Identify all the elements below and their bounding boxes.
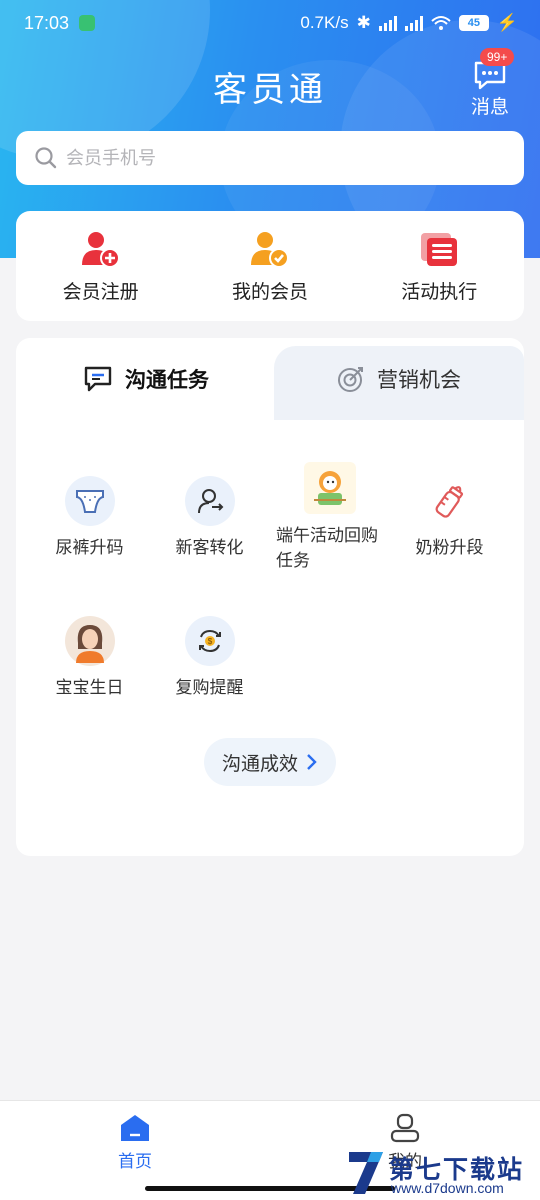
repurchase-icon: $ bbox=[198, 629, 221, 653]
activity-icon bbox=[421, 232, 458, 266]
task-panel: 沟通任务 营销机会 尿裤升码 新客转化 端午活动回购 任务 奶粉升段 宝宝生日 … bbox=[16, 338, 524, 856]
watermark: 第七下载站 www.d7down.com bbox=[345, 1146, 535, 1198]
tab-bar: 沟通任务 营销机会 bbox=[16, 338, 524, 420]
bluetooth-icon: ✱ bbox=[356, 13, 371, 32]
profile-icon bbox=[390, 1113, 420, 1143]
messages-label: 消息 bbox=[470, 96, 509, 118]
nav-home[interactable]: 首页 bbox=[75, 1113, 195, 1172]
task-label: 奶粉升段 bbox=[415, 538, 484, 558]
task-milk-powder-upgrade[interactable]: 奶粉升段 bbox=[386, 476, 513, 561]
watermark-url: www.d7down.com bbox=[391, 1180, 504, 1196]
tab-label: 沟通任务 bbox=[125, 368, 209, 392]
chevron-right-icon bbox=[307, 754, 317, 770]
tab-marketing-opportunities[interactable]: 营销机会 bbox=[274, 338, 524, 420]
target-icon bbox=[338, 367, 363, 392]
effect-button-label: 沟通成效 bbox=[221, 752, 298, 775]
task-diaper-upgrade[interactable]: 尿裤升码 bbox=[26, 476, 153, 561]
mother-avatar-icon bbox=[75, 625, 104, 663]
activity-execute-button[interactable]: 活动执行 bbox=[359, 229, 519, 304]
task-dragon-boat-repurchase[interactable]: 端午活动回购 任务 bbox=[266, 462, 393, 574]
milk-bottle-icon bbox=[435, 486, 463, 518]
search-icon bbox=[35, 147, 57, 169]
signal-icon bbox=[378, 15, 397, 31]
chat-bubble-icon bbox=[84, 366, 112, 392]
app-title: 客员通 bbox=[213, 70, 327, 110]
quick-action-label: 会员注册 bbox=[62, 280, 139, 303]
task-label: 复购提醒 bbox=[175, 678, 244, 698]
home-icon bbox=[121, 1115, 149, 1141]
signal-icon-2 bbox=[404, 15, 423, 31]
task-new-customer-conversion[interactable]: 新客转化 bbox=[146, 476, 273, 561]
task-label: 宝宝生日 bbox=[55, 678, 124, 698]
tab-communication-tasks[interactable]: 沟通任务 bbox=[16, 338, 276, 420]
dragon-boat-icon bbox=[313, 471, 346, 505]
svg-text:$: $ bbox=[207, 637, 212, 646]
charging-icon: ⚡ bbox=[496, 13, 518, 32]
member-register-button[interactable]: 会员注册 bbox=[21, 229, 181, 304]
notification-app-icon bbox=[79, 15, 96, 31]
messages-button[interactable]: 99+ 消息 bbox=[470, 48, 515, 119]
diaper-icon bbox=[75, 490, 104, 513]
quick-action-label: 我的会员 bbox=[231, 280, 308, 303]
task-label: 尿裤升码 bbox=[55, 538, 124, 558]
member-phone-input[interactable] bbox=[66, 147, 486, 169]
user-check-icon bbox=[250, 231, 289, 268]
network-speed: 0.7K/s bbox=[300, 13, 349, 32]
user-convert-icon bbox=[197, 489, 223, 514]
task-label: 端午活动回购 任务 bbox=[276, 526, 378, 571]
message-count-badge: 99+ bbox=[480, 48, 515, 66]
member-search-bar[interactable] bbox=[16, 131, 524, 185]
status-bar: 17:03 0.7K/s ✱ 45 ⚡ bbox=[0, 0, 540, 46]
nav-home-label: 首页 bbox=[118, 1152, 152, 1172]
task-label: 新客转化 bbox=[175, 538, 244, 558]
wifi-icon bbox=[431, 16, 451, 30]
task-repurchase-reminder[interactable]: $ 复购提醒 bbox=[146, 616, 273, 701]
tab-label: 营销机会 bbox=[377, 368, 461, 392]
battery-icon: 45 bbox=[458, 15, 489, 31]
user-add-icon bbox=[81, 231, 120, 268]
quick-actions: 会员注册 我的会员 活动执行 bbox=[16, 211, 524, 321]
communication-effect-button[interactable]: 沟通成效 bbox=[204, 738, 336, 786]
my-members-button[interactable]: 我的会员 bbox=[190, 229, 350, 304]
watermark-logo bbox=[349, 1152, 383, 1194]
quick-action-label: 活动执行 bbox=[401, 280, 478, 303]
status-time: 17:03 bbox=[24, 12, 70, 33]
task-baby-birthday[interactable]: 宝宝生日 bbox=[26, 616, 153, 701]
